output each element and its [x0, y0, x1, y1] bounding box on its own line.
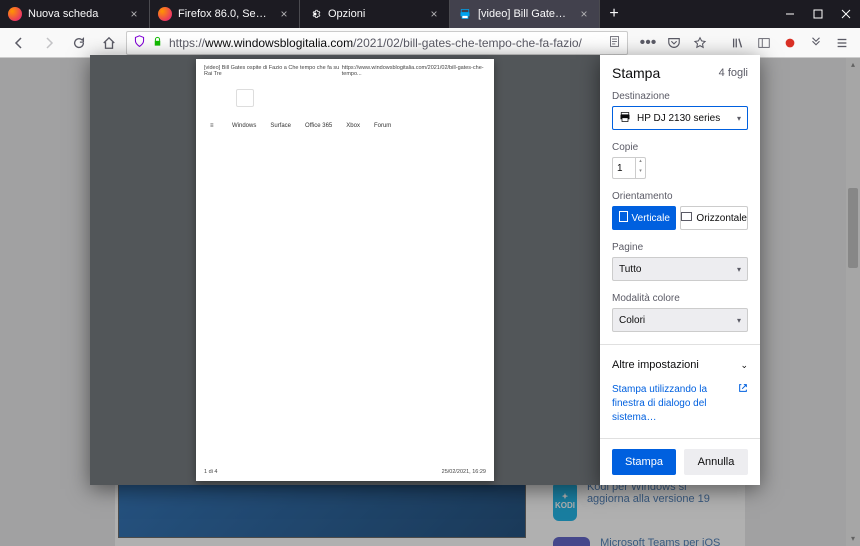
nav-item: Surface	[270, 123, 291, 129]
bookmark-button[interactable]	[688, 30, 712, 56]
nav-item: Office 365	[305, 123, 332, 129]
preview-datetime: 25/02/2021, 16:29	[442, 469, 486, 475]
sidebar-button[interactable]	[752, 30, 776, 56]
new-tab-button[interactable]: +	[600, 0, 628, 28]
print-title: Stampa	[612, 65, 660, 81]
pages-value: Tutto	[619, 264, 641, 275]
system-dialog-link[interactable]: Stampa utilizzando la finestra di dialog…	[612, 383, 748, 425]
menu-button[interactable]	[830, 30, 854, 56]
print-icon	[458, 7, 472, 21]
print-dialog: Stampa 4 fogli Destinazione HP DJ 2130 s…	[600, 55, 760, 485]
toolbar: https://www.windowsblogitalia.com/2021/0…	[0, 28, 860, 58]
preview-header-url: https://www.windowsblogitalia.com/2021/0…	[342, 65, 486, 77]
close-icon[interactable]: ×	[577, 7, 591, 21]
titlebar: Nuova scheda × Firefox 86.0, See All New…	[0, 0, 860, 28]
preview-header-title: [video] Bill Gates ospite di Fazio a Che…	[204, 65, 342, 77]
chevron-down-icon: ⌄	[740, 360, 748, 371]
close-icon[interactable]: ×	[427, 7, 441, 21]
url-bar[interactable]: https://www.windowsblogitalia.com/2021/0…	[126, 31, 628, 55]
nav-item: Forum	[374, 123, 391, 129]
color-label: Modalità colore	[612, 293, 748, 304]
more-settings-toggle[interactable]: Altre impostazioni ⌄	[612, 355, 748, 375]
spin-up[interactable]: ▴	[636, 158, 645, 168]
shield-icon[interactable]	[133, 35, 146, 51]
tab-options[interactable]: Opzioni ×	[300, 0, 450, 28]
close-icon[interactable]: ×	[277, 7, 291, 21]
printer-icon	[619, 111, 631, 126]
page-landscape-icon	[681, 212, 692, 224]
minimize-button[interactable]	[776, 0, 804, 28]
chevron-down-icon: ▾	[737, 265, 741, 274]
nav-item: Xbox	[346, 123, 360, 129]
chevron-down-icon: ▾	[737, 114, 741, 123]
page-actions-button[interactable]: •••	[636, 30, 660, 56]
tab-video-billgates[interactable]: [video] Bill Gates ospite di Fa ×	[450, 0, 600, 28]
preview-nav: ≡ Windows Surface Office 365 Xbox Forum	[210, 123, 480, 129]
gear-icon	[308, 7, 322, 21]
tab-label: Firefox 86.0, See All New Feat	[178, 8, 271, 20]
tab-new[interactable]: Nuova scheda ×	[0, 0, 150, 28]
destination-label: Destinazione	[612, 91, 748, 102]
home-button[interactable]	[96, 30, 122, 56]
pocket-button[interactable]	[662, 30, 686, 56]
close-window-button[interactable]	[832, 0, 860, 28]
pages-label: Pagine	[612, 242, 748, 253]
tab-label: [video] Bill Gates ospite di Fa	[478, 8, 571, 20]
print-button[interactable]: Stampa	[612, 449, 676, 475]
copies-value: 1	[617, 163, 623, 174]
back-button[interactable]	[6, 30, 32, 56]
extension-button[interactable]	[778, 30, 802, 56]
cancel-button[interactable]: Annulla	[684, 449, 748, 475]
url-text: https://www.windowsblogitalia.com/2021/0…	[169, 36, 602, 50]
orientation-label: Orientamento	[612, 191, 748, 202]
firefox-icon	[8, 7, 22, 21]
reload-button[interactable]	[66, 30, 92, 56]
print-preview-pane: [video] Bill Gates ospite di Fazio a Che…	[90, 55, 600, 485]
color-select[interactable]: Colori ▾	[612, 308, 748, 332]
close-icon[interactable]: ×	[127, 7, 141, 21]
pages-select[interactable]: Tutto ▾	[612, 257, 748, 281]
site-logo	[236, 89, 254, 107]
lock-icon[interactable]	[152, 36, 163, 50]
tab-label: Nuova scheda	[28, 8, 121, 20]
tab-label: Opzioni	[328, 8, 421, 20]
external-link-icon	[738, 383, 748, 398]
copies-label: Copie	[612, 142, 748, 153]
tab-firefox-release[interactable]: Firefox 86.0, See All New Feat ×	[150, 0, 300, 28]
color-value: Colori	[619, 315, 645, 326]
hamburger-icon: ≡	[210, 123, 218, 129]
preview-page-counter: 1 di 4	[204, 469, 217, 475]
spin-down[interactable]: ▾	[636, 168, 645, 178]
maximize-button[interactable]	[804, 0, 832, 28]
chevron-down-icon: ▾	[737, 316, 741, 325]
overflow-button[interactable]	[804, 30, 828, 56]
orientation-landscape[interactable]: Orizzontale	[680, 206, 748, 230]
reader-icon[interactable]	[608, 35, 621, 51]
nav-item: Windows	[232, 123, 256, 129]
destination-select[interactable]: HP DJ 2130 series ▾	[612, 106, 748, 130]
firefox-icon	[158, 7, 172, 21]
copies-input[interactable]: 1 ▴▾	[612, 157, 646, 179]
library-button[interactable]	[726, 30, 750, 56]
destination-value: HP DJ 2130 series	[637, 113, 720, 124]
preview-page: [video] Bill Gates ospite di Fazio a Che…	[196, 59, 494, 481]
sheet-count: 4 fogli	[719, 67, 748, 79]
orientation-portrait[interactable]: Verticale	[612, 206, 676, 230]
page-portrait-icon	[619, 211, 628, 225]
forward-button[interactable]	[36, 30, 62, 56]
